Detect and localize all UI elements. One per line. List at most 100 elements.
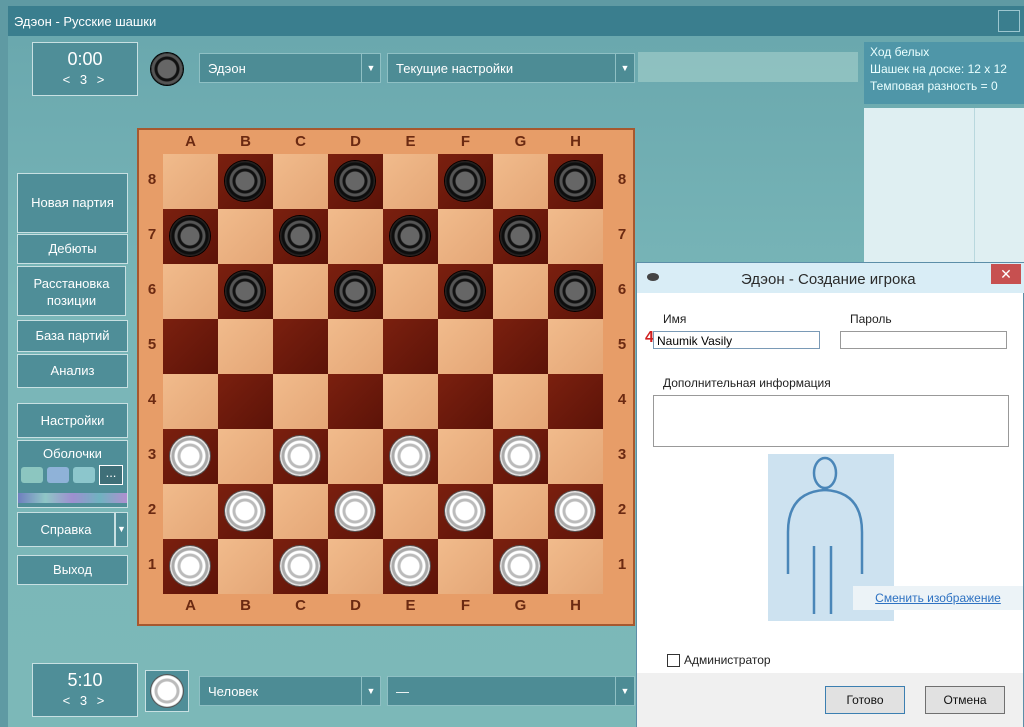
change-image-link[interactable]: Сменить изображение bbox=[853, 586, 1023, 610]
white-checker[interactable] bbox=[390, 546, 430, 586]
square-g6[interactable] bbox=[493, 264, 548, 319]
white-checker[interactable] bbox=[555, 491, 595, 531]
square-e6[interactable] bbox=[383, 264, 438, 319]
square-f7[interactable] bbox=[438, 209, 493, 264]
top-clock-moves[interactable]: < 3 > bbox=[33, 72, 137, 87]
done-button[interactable]: Готово bbox=[825, 686, 905, 714]
square-c3[interactable] bbox=[273, 429, 328, 484]
square-h2[interactable] bbox=[548, 484, 603, 539]
black-checker[interactable] bbox=[555, 161, 595, 201]
square-h7[interactable] bbox=[548, 209, 603, 264]
black-checker[interactable] bbox=[225, 271, 265, 311]
name-field[interactable]: Naumik Vasily bbox=[653, 331, 820, 349]
square-g2[interactable] bbox=[493, 484, 548, 539]
square-c8[interactable] bbox=[273, 154, 328, 209]
square-d7[interactable] bbox=[328, 209, 383, 264]
square-c5[interactable] bbox=[273, 319, 328, 374]
square-g5[interactable] bbox=[493, 319, 548, 374]
square-a7[interactable] bbox=[163, 209, 218, 264]
square-b2[interactable] bbox=[218, 484, 273, 539]
square-a3[interactable] bbox=[163, 429, 218, 484]
square-f3[interactable] bbox=[438, 429, 493, 484]
black-checker[interactable] bbox=[500, 216, 540, 256]
square-a2[interactable] bbox=[163, 484, 218, 539]
top-settings-select[interactable]: Текущие настройки ▼ bbox=[387, 53, 635, 83]
dialog-close-button[interactable]: ✕ bbox=[991, 264, 1021, 284]
square-c2[interactable] bbox=[273, 484, 328, 539]
square-e3[interactable] bbox=[383, 429, 438, 484]
square-d1[interactable] bbox=[328, 539, 383, 594]
square-e5[interactable] bbox=[383, 319, 438, 374]
square-c4[interactable] bbox=[273, 374, 328, 429]
white-checker[interactable] bbox=[445, 491, 485, 531]
square-h1[interactable] bbox=[548, 539, 603, 594]
new-game-button[interactable]: Новая партия bbox=[17, 173, 128, 233]
openings-button[interactable]: Дебюты bbox=[17, 234, 128, 264]
square-b7[interactable] bbox=[218, 209, 273, 264]
black-checker[interactable] bbox=[335, 271, 375, 311]
square-h4[interactable] bbox=[548, 374, 603, 429]
white-checker[interactable] bbox=[390, 436, 430, 476]
white-checker[interactable] bbox=[170, 436, 210, 476]
square-e8[interactable] bbox=[383, 154, 438, 209]
administrator-checkbox[interactable] bbox=[667, 654, 680, 667]
black-checker[interactable] bbox=[555, 271, 595, 311]
black-checker[interactable] bbox=[170, 216, 210, 256]
square-a5[interactable] bbox=[163, 319, 218, 374]
setup-position-button[interactable]: Расстановка позиции bbox=[17, 266, 126, 316]
square-b3[interactable] bbox=[218, 429, 273, 484]
square-f1[interactable] bbox=[438, 539, 493, 594]
square-e4[interactable] bbox=[383, 374, 438, 429]
square-g3[interactable] bbox=[493, 429, 548, 484]
square-d3[interactable] bbox=[328, 429, 383, 484]
skin-swatch-2[interactable] bbox=[47, 467, 69, 483]
square-h6[interactable] bbox=[548, 264, 603, 319]
square-b6[interactable] bbox=[218, 264, 273, 319]
square-h8[interactable] bbox=[548, 154, 603, 209]
black-checker[interactable] bbox=[335, 161, 375, 201]
black-checker[interactable] bbox=[280, 216, 320, 256]
square-d4[interactable] bbox=[328, 374, 383, 429]
white-checker[interactable] bbox=[170, 546, 210, 586]
square-b5[interactable] bbox=[218, 319, 273, 374]
exit-button[interactable]: Выход bbox=[17, 555, 128, 585]
square-d2[interactable] bbox=[328, 484, 383, 539]
skin-swatch-3[interactable] bbox=[73, 467, 95, 483]
square-e1[interactable] bbox=[383, 539, 438, 594]
square-c7[interactable] bbox=[273, 209, 328, 264]
white-checker[interactable] bbox=[335, 491, 375, 531]
help-button[interactable]: Справка bbox=[17, 512, 115, 547]
square-f8[interactable] bbox=[438, 154, 493, 209]
square-g1[interactable] bbox=[493, 539, 548, 594]
white-checker[interactable] bbox=[225, 491, 265, 531]
square-g7[interactable] bbox=[493, 209, 548, 264]
square-f6[interactable] bbox=[438, 264, 493, 319]
color-strip[interactable] bbox=[18, 493, 127, 503]
square-f5[interactable] bbox=[438, 319, 493, 374]
square-f4[interactable] bbox=[438, 374, 493, 429]
square-g4[interactable] bbox=[493, 374, 548, 429]
password-field[interactable] bbox=[840, 331, 1007, 349]
bottom-clock-moves[interactable]: < 3 > bbox=[33, 693, 137, 708]
white-checker[interactable] bbox=[500, 546, 540, 586]
white-checker[interactable] bbox=[500, 436, 540, 476]
square-h3[interactable] bbox=[548, 429, 603, 484]
more-skins-button[interactable]: ... bbox=[99, 465, 123, 485]
black-checker[interactable] bbox=[445, 271, 485, 311]
top-player-select[interactable]: Эдэон ▼ bbox=[199, 53, 381, 83]
cancel-button[interactable]: Отмена bbox=[925, 686, 1005, 714]
square-a4[interactable] bbox=[163, 374, 218, 429]
settings-button[interactable]: Настройки bbox=[17, 403, 128, 438]
square-f2[interactable] bbox=[438, 484, 493, 539]
black-checker[interactable] bbox=[390, 216, 430, 256]
square-g8[interactable] bbox=[493, 154, 548, 209]
square-d8[interactable] bbox=[328, 154, 383, 209]
additional-info-field[interactable] bbox=[653, 395, 1009, 447]
window-close-button[interactable] bbox=[998, 10, 1020, 32]
square-a1[interactable] bbox=[163, 539, 218, 594]
black-checker[interactable] bbox=[445, 161, 485, 201]
games-database-button[interactable]: База партий bbox=[17, 320, 128, 352]
square-d6[interactable] bbox=[328, 264, 383, 319]
square-b8[interactable] bbox=[218, 154, 273, 209]
white-checker[interactable] bbox=[280, 546, 320, 586]
